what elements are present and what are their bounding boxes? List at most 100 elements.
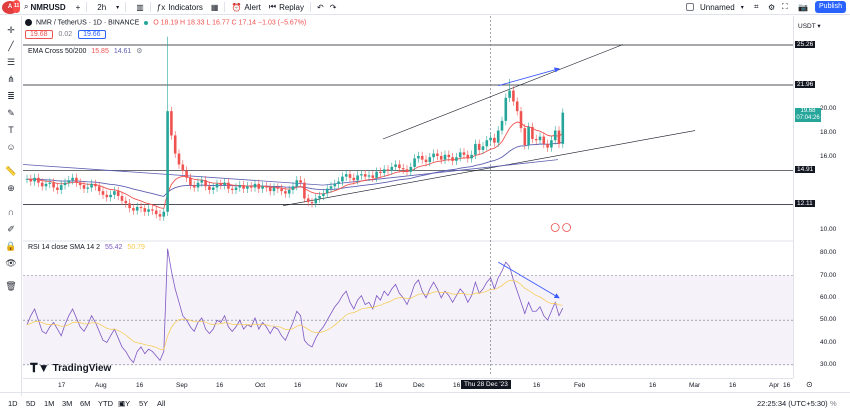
timeframe-button-1d[interactable]: 1D [8, 399, 18, 408]
rsi-value: 55.42 [104, 244, 123, 251]
candle-body [295, 180, 299, 187]
chevron-down-icon: ▾ [740, 4, 744, 11]
candle-body [177, 153, 181, 165]
layout-button[interactable]: ▦ [211, 3, 219, 12]
time-tick-label: 16 [533, 382, 541, 389]
symbol-search[interactable]: ⌕ NMRUSD [24, 2, 66, 12]
candles-icon: ▥ [136, 2, 144, 12]
crosshair-icon[interactable]: ✛ [5, 24, 17, 36]
scale-percent-toggle[interactable]: % [830, 399, 837, 408]
timeframe-button-5d[interactable]: 5D [26, 399, 36, 408]
indicators-button[interactable]: ƒx Indicators [157, 3, 203, 12]
calendar-icon[interactable]: ▣ [118, 399, 125, 408]
publish-button[interactable]: Publish [815, 1, 846, 13]
lock-drawings-icon[interactable]: ✐ [5, 223, 17, 235]
redo-button[interactable]: ↷ [330, 3, 337, 12]
currency-dropdown[interactable]: USDT ▾ [798, 22, 821, 30]
sell-price-tag[interactable]: 19.68 [25, 30, 53, 39]
emoji-icon[interactable]: ☺ [5, 141, 17, 153]
candle-body [63, 182, 67, 186]
candle-body [394, 164, 397, 167]
magnet-icon[interactable]: ∩ [5, 206, 17, 218]
chart-canvas[interactable] [23, 16, 793, 378]
pitchfork-icon[interactable]: ⋔ [5, 73, 17, 85]
legend-title: NMR / TetherUS · 1D · BINANCE [35, 19, 140, 27]
ruler-icon[interactable]: 📏 [5, 165, 17, 177]
rsi-legend[interactable]: RSI 14 close SMA 14 2 55.42 50.79 [28, 244, 145, 251]
notification-badge: 11 [13, 0, 21, 13]
hash-icon: ⌗ [754, 2, 759, 11]
nmr-logo-icon [25, 19, 32, 26]
candle-body [44, 183, 48, 187]
chevron-down-icon: ▾ [116, 4, 120, 11]
symbol-label: NMRUSD [30, 2, 66, 12]
eye-icon[interactable]: 👁 [5, 257, 17, 269]
timeframe-button-1m[interactable]: 1M [44, 399, 54, 408]
chart-type-button[interactable]: ▥ [136, 3, 144, 12]
time-tick-label: 16 [649, 382, 657, 389]
candle-body [257, 183, 261, 189]
candle-body [268, 187, 272, 192]
candle-body [67, 180, 71, 183]
goto-date-icon[interactable]: ⊙ [806, 380, 813, 389]
candle-body [360, 174, 363, 176]
candle-body [71, 177, 74, 181]
fullscreen-button[interactable]: ⛶ [782, 2, 788, 12]
lock-icon[interactable]: 🔒 [5, 240, 17, 252]
price-tick-label: 20.00 [820, 104, 837, 112]
candle-body [352, 177, 356, 181]
candle-body [318, 196, 321, 199]
candle-body [249, 186, 253, 188]
chart-pane[interactable]: NMR / TetherUS · 1D · BINANCE O 18.19 H … [23, 16, 793, 378]
candle-body [151, 209, 154, 211]
settings-button[interactable]: ⚙ [768, 3, 775, 12]
undo-button[interactable]: ↶ [317, 3, 324, 12]
add-symbol-button[interactable]: + [76, 3, 81, 12]
settings-icon[interactable]: ⚙ [136, 48, 142, 55]
ema-legend[interactable]: EMA Cross 50/200 15.85 14.61 ⚙ [28, 47, 143, 55]
buy-price-tag[interactable]: 19.66 [78, 30, 106, 39]
camera-icon: 📷 [798, 2, 808, 12]
candle-body [219, 183, 223, 186]
time-axis[interactable]: 17 Aug 16 Sep 16 Oct 16 Nov 16 Dec 16 16 Feb 16 Mar 16 A… [23, 378, 813, 392]
rsi-label: RSI 14 close SMA 14 2 [28, 244, 100, 251]
candle-body [265, 186, 268, 188]
timeframe-button-6m[interactable]: 6M [80, 399, 90, 408]
timeframe-button-5y[interactable]: 5Y [139, 399, 148, 408]
candle-body [223, 182, 226, 186]
time-tick-label: Nov [336, 382, 348, 389]
zoom-in-icon[interactable]: ⊕ [5, 182, 17, 194]
candle-body [405, 169, 409, 172]
fib-icon[interactable]: ≣ [5, 90, 17, 102]
layout-name-dropdown[interactable]: Unnamed ▾ [686, 3, 744, 12]
price-axis[interactable]: USDT ▾ 25.26 21.96 20.00 18.00 16.00 14.91 12.… [793, 16, 850, 378]
horizontal-lines-icon[interactable]: ☰ [5, 56, 17, 68]
user-avatar[interactable]: A 11 [2, 0, 21, 14]
trash-icon[interactable]: 🗑 [5, 280, 17, 292]
divider [86, 2, 88, 12]
candle-body [508, 90, 511, 98]
clock-label[interactable]: 22:25:34 (UTC+5:30) [757, 399, 828, 408]
timeframe-button-ytd[interactable]: YTD [98, 399, 113, 408]
trend-line-icon[interactable]: ╱ [5, 40, 17, 52]
time-tick-label: 16 [375, 382, 383, 389]
timeframe-button-3m[interactable]: 3M [62, 399, 72, 408]
checkbox-icon [686, 3, 694, 11]
tradingview-logo[interactable]: 𝐓▼ TradingView [30, 361, 111, 376]
price-tick-label: 14.91 [795, 166, 816, 174]
candle-body [310, 202, 314, 204]
candle-body [116, 191, 120, 196]
candle-body [234, 187, 238, 190]
quick-search-button[interactable]: ⌗ [754, 2, 759, 12]
candle-body [489, 137, 492, 141]
event-flag-icon [550, 223, 560, 232]
timeframe-button-all[interactable]: All [157, 399, 165, 408]
replay-button[interactable]: ⏮ Replay [269, 2, 304, 12]
brush-icon[interactable]: ✎ [5, 107, 17, 119]
alert-button[interactable]: ⏰ Alert [231, 3, 260, 12]
text-icon[interactable]: T [5, 124, 17, 136]
candle-body [105, 194, 109, 198]
snapshot-button[interactable]: 📷 [798, 3, 808, 12]
interval-dropdown[interactable]: 2h ▾ [97, 3, 119, 12]
channel-lower-line [282, 130, 696, 206]
